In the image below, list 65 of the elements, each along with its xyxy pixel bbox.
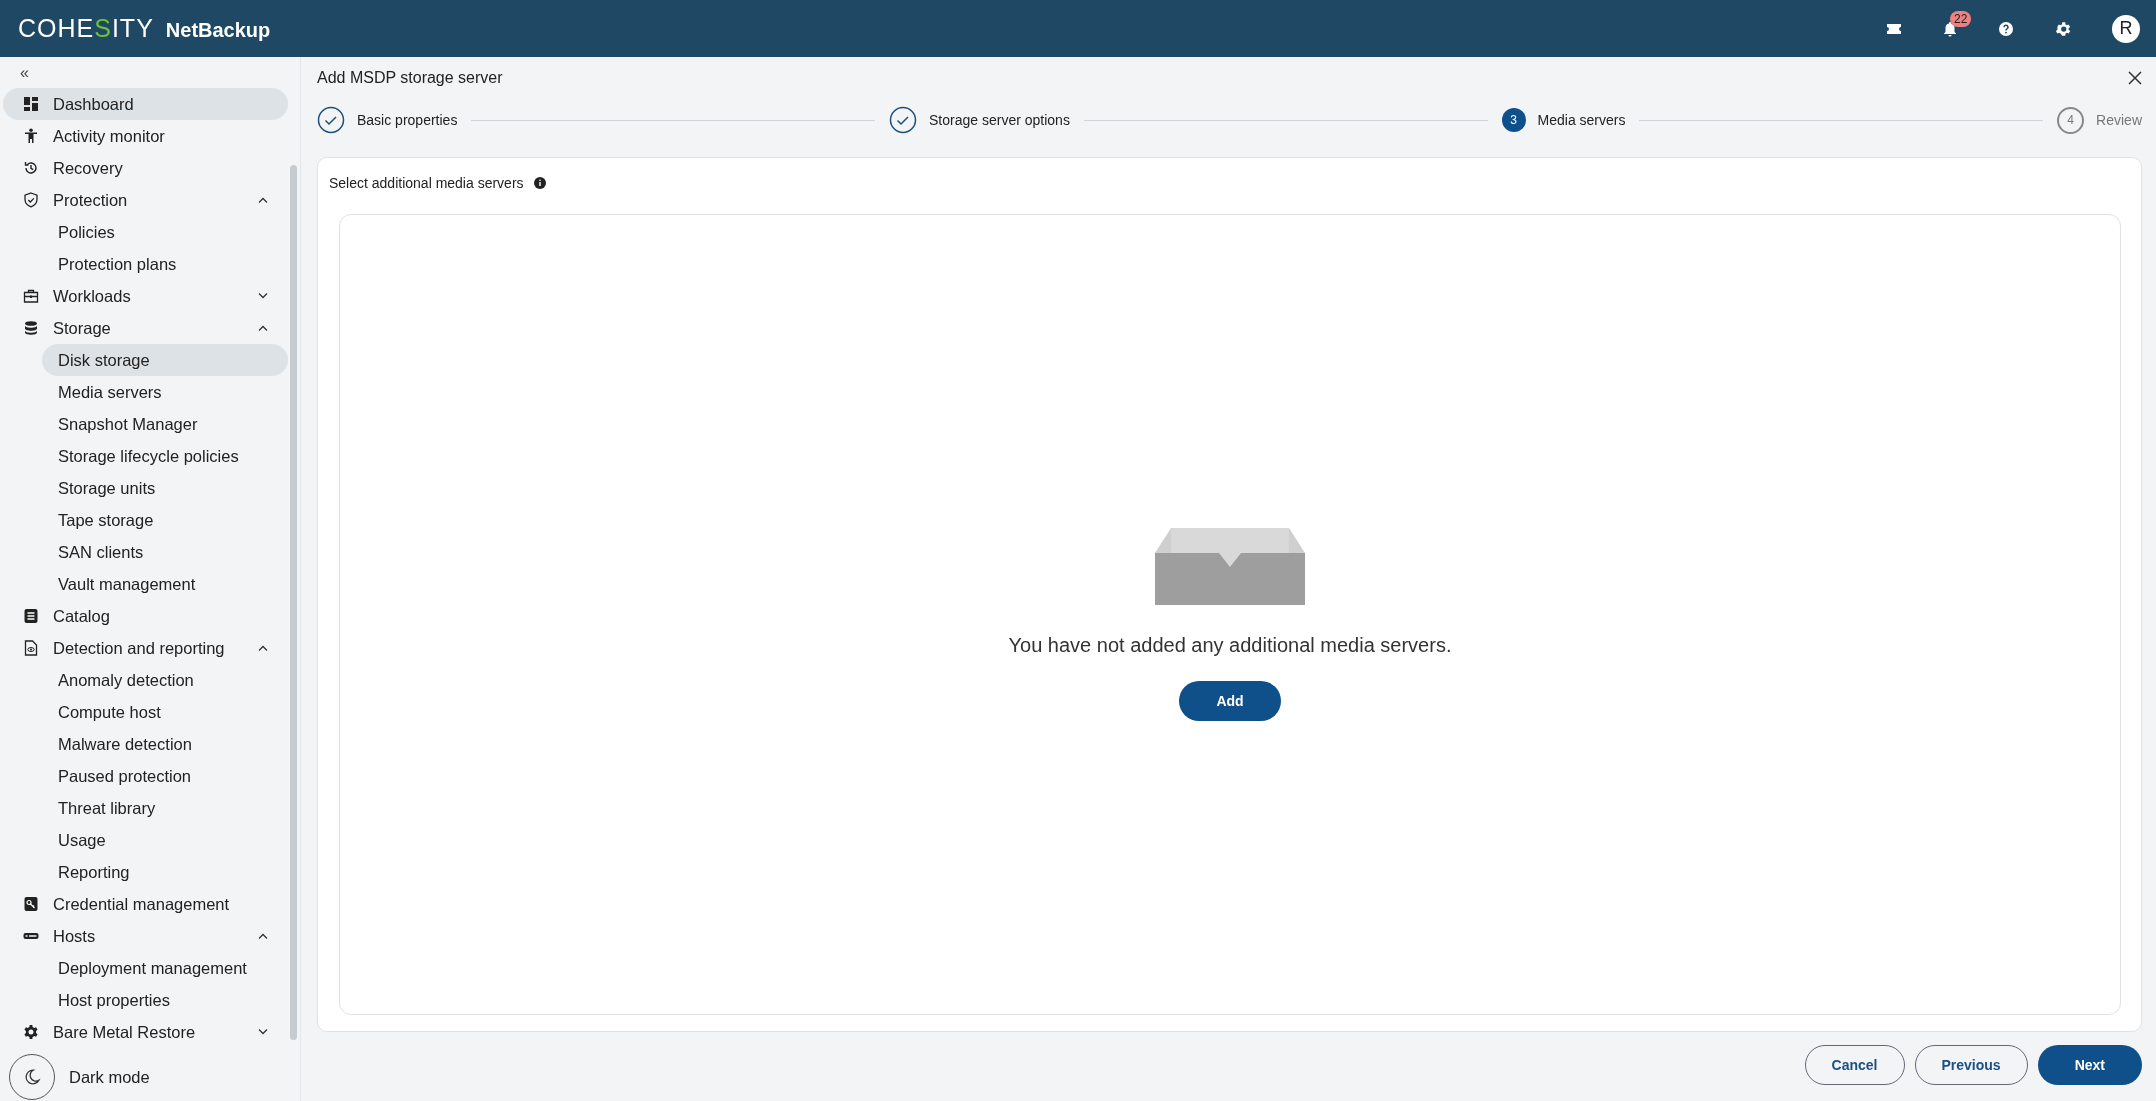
nav-item[interactable]: Credential management	[3, 888, 288, 920]
history-icon	[23, 160, 39, 176]
nav-subitem[interactable]: Disk storage	[42, 344, 288, 376]
nav-subitem[interactable]: Snapshot Manager	[42, 408, 288, 440]
nav-item[interactable]: Catalog	[3, 600, 288, 632]
check-circle-icon	[889, 106, 918, 134]
gear-icon	[23, 1024, 39, 1040]
nav-subitem[interactable]: Storage lifecycle policies	[42, 440, 288, 472]
footer-button[interactable]: Next	[2037, 1045, 2142, 1085]
dialog-title: Add MSDP storage server	[317, 69, 503, 87]
nav-subitem[interactable]: SAN clients	[42, 536, 288, 568]
notification-badge: 22	[1950, 10, 1972, 27]
nav-item[interactable]: Detection and reporting	[3, 632, 288, 664]
nav-subitem[interactable]: Media servers	[42, 376, 288, 408]
step-number: 4	[2057, 106, 2085, 134]
dashboard-icon	[23, 96, 39, 112]
add-button[interactable]: Add	[1179, 681, 1281, 721]
catalog-icon	[23, 608, 39, 624]
nav-subitem[interactable]: Reporting	[42, 856, 288, 888]
nav-subitem[interactable]: Deployment management	[42, 952, 288, 984]
nav-item[interactable]: Dashboard	[3, 88, 288, 120]
close-icon[interactable]	[2128, 71, 2142, 85]
step-label: Review	[2096, 112, 2142, 128]
brand-logo: COHESITY	[18, 14, 154, 43]
collapse-sidebar-button[interactable]: «	[0, 57, 40, 88]
nav-subitem[interactable]: Vault management	[42, 568, 288, 600]
user-avatar[interactable]: R	[2112, 14, 2140, 43]
nav-subitem[interactable]: Tape storage	[42, 504, 288, 536]
nav-item[interactable]: Bare Metal Restore	[3, 1016, 288, 1048]
nav-subitem[interactable]: Malware detection	[42, 728, 288, 760]
step-number: 3	[1501, 108, 1526, 132]
nav-subitem[interactable]: Policies	[42, 216, 288, 248]
nav-subitem[interactable]: Anomaly detection	[42, 664, 288, 696]
nav-item[interactable]: Recovery	[3, 152, 288, 184]
person-icon	[23, 128, 39, 144]
empty-tray-icon	[1155, 528, 1305, 606]
empty-message: You have not added any additional media servers.	[1008, 634, 1452, 657]
nav-subitem[interactable]: Paused protection	[42, 760, 288, 792]
nav-subitem[interactable]: Host properties	[42, 984, 288, 1016]
nav-subitem[interactable]: Threat library	[42, 792, 288, 824]
step-label: Basic properties	[357, 112, 458, 128]
settings-icon[interactable]	[2054, 19, 2072, 38]
product-name: NetBackup	[165, 19, 271, 42]
nav-subitem[interactable]: Protection plans	[42, 248, 288, 280]
shield-icon	[23, 192, 39, 208]
nav-item[interactable]: Storage	[3, 312, 288, 344]
nav-subitem[interactable]: Usage	[42, 824, 288, 856]
nav-item[interactable]: Protection	[3, 184, 288, 216]
info-icon[interactable]	[533, 177, 546, 189]
briefcase-icon	[23, 288, 39, 304]
nav-subitem[interactable]: Storage units	[42, 472, 288, 504]
nav-item[interactable]: Activity monitor	[3, 120, 288, 152]
check-circle-icon	[317, 106, 345, 134]
nav-subitem[interactable]: Compute host	[42, 696, 288, 728]
step-label: Storage server options	[929, 112, 1070, 128]
nav-item[interactable]: Hosts	[3, 920, 288, 952]
dark-mode-label[interactable]: Dark mode	[69, 1067, 150, 1087]
nav-item[interactable]: Workloads	[3, 280, 288, 312]
database-icon	[23, 320, 39, 336]
help-icon[interactable]	[1998, 20, 2014, 37]
key-icon	[23, 896, 39, 912]
step-label: Media servers	[1537, 112, 1626, 128]
section-label: Select additional media servers	[329, 175, 524, 191]
report-icon	[23, 640, 39, 656]
scrollbar[interactable]	[290, 165, 297, 1040]
